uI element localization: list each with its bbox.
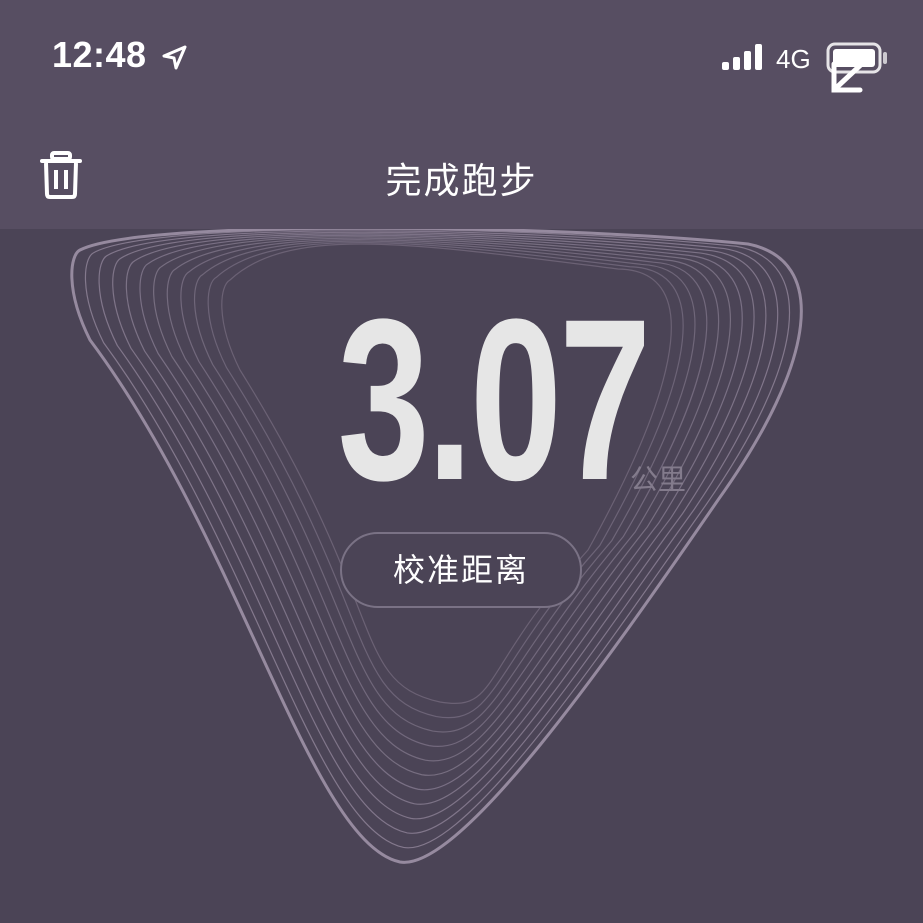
status-time: 12:48: [52, 34, 147, 75]
page-title: 完成跑步: [385, 161, 538, 202]
distance-unit: 公里: [630, 463, 687, 496]
battery-icon: [826, 42, 887, 93]
signal-bars-icon: [722, 44, 762, 70]
run-complete-screen: 12:48 4G 完成跑步 3.07 公里 校准距离: [0, 0, 923, 923]
distance-value: 3.07: [337, 271, 652, 528]
location-arrow-icon: [162, 45, 187, 70]
network-type: 4G: [776, 44, 811, 74]
top-bar: 12:48 4G 完成跑步: [0, 0, 923, 229]
calibrate-distance-button[interactable]: 校准距离: [340, 532, 582, 608]
